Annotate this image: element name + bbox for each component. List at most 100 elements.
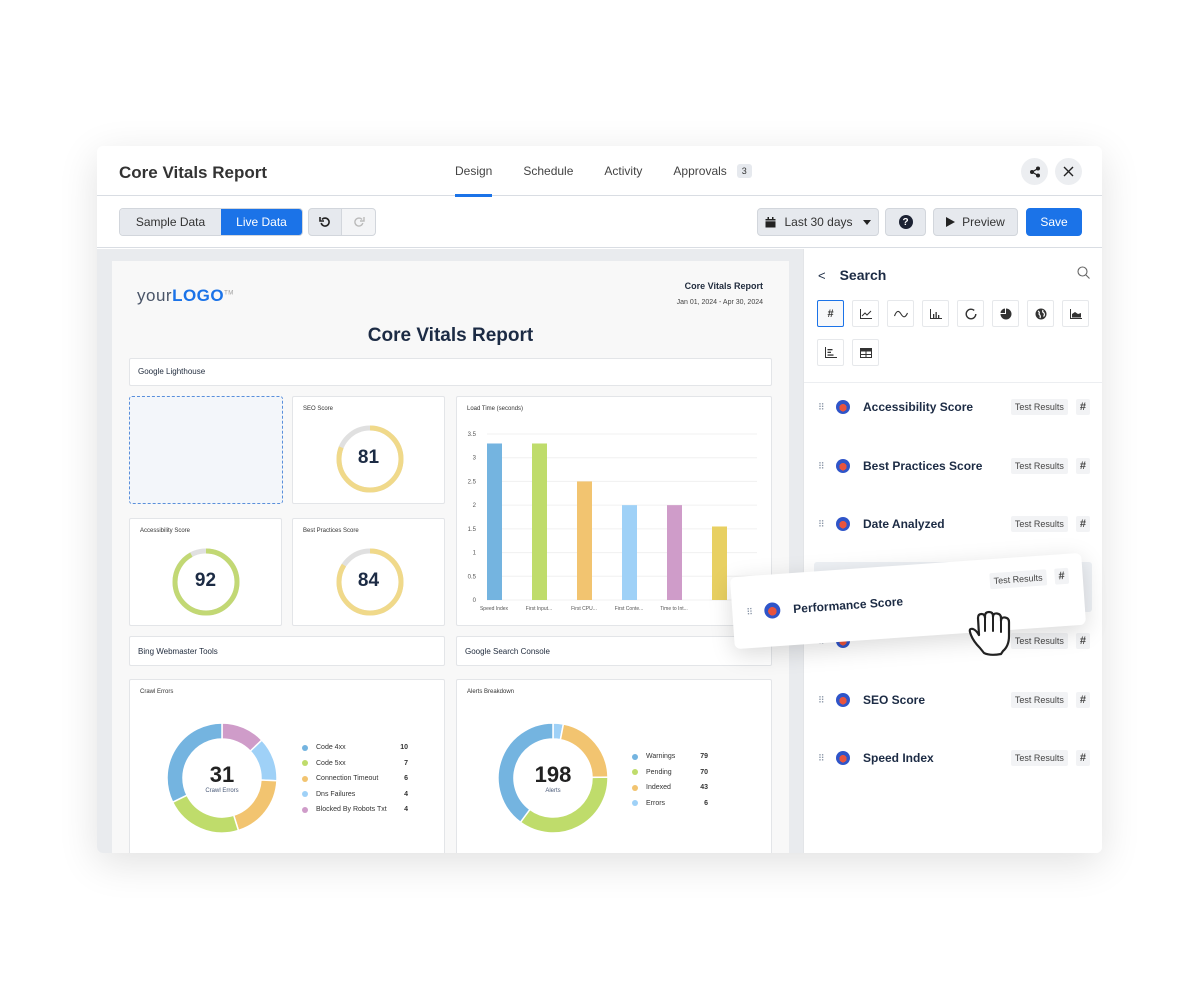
metric-item-best-practices-score[interactable]: ⠿ Best Practices Score Test Results # xyxy=(818,454,1090,478)
data-mode-toggle: Sample Data Live Data xyxy=(119,208,303,236)
preview-button[interactable]: Preview xyxy=(933,208,1018,236)
load-time-bar-chart: 0 0.5 1 1.5 2 2.5 3 3.5 Speed Index First Input..… xyxy=(468,432,757,612)
legend-item[interactable]: Code 5xx 7 xyxy=(302,756,408,772)
drop-placeholder[interactable] xyxy=(129,396,283,504)
share-button[interactable] xyxy=(1021,158,1048,185)
close-button[interactable] xyxy=(1055,158,1082,185)
viz-horizontal-bar-button[interactable] xyxy=(817,339,844,366)
viz-number-button[interactable]: # xyxy=(817,300,844,327)
y-tick-label: 1.5 xyxy=(468,527,477,533)
metric-type-number-icon: # xyxy=(1075,750,1090,766)
viz-area-chart-button[interactable] xyxy=(1062,300,1089,327)
x-tick-label: First Input... xyxy=(526,606,552,612)
metric-item-speed-index[interactable]: ⠿ Speed Index Test Results # xyxy=(818,746,1090,770)
section-google-search-console[interactable]: Google Search Console xyxy=(456,636,772,666)
metric-name: Accessibility Score xyxy=(863,400,974,414)
save-button[interactable]: Save xyxy=(1026,208,1082,236)
metric-item-accessibility-score[interactable]: ⠿ Accessibility Score Test Results # xyxy=(818,395,1090,419)
drag-handle-icon[interactable]: ⠿ xyxy=(818,462,826,471)
metric-name: Speed Index xyxy=(863,751,934,765)
widget-load-time-chart[interactable]: Load Time (seconds) 0 0.5 1 1.5 2 2.5 3 3.5 Spee… xyxy=(456,396,772,626)
tab-approvals[interactable]: Approvals 3 xyxy=(673,146,752,196)
drag-handle-icon[interactable]: ⠿ xyxy=(818,696,826,705)
x-tick-label: Time to Int... xyxy=(660,606,688,612)
gauge-value: 84 xyxy=(357,570,380,591)
viz-bar-chart-button[interactable] xyxy=(922,300,949,327)
legend-item[interactable]: Warnings 79 xyxy=(632,749,708,765)
metric-source-tag: Test Results xyxy=(1010,399,1068,415)
viz-donut-button[interactable] xyxy=(957,300,984,327)
widget-accessibility-score[interactable]: Accessibility Score 92 xyxy=(129,518,282,626)
sample-data-button[interactable]: Sample Data xyxy=(120,209,221,235)
widget-seo-score[interactable]: SEO Score 81 xyxy=(292,396,445,504)
donut-slice[interactable] xyxy=(171,794,240,834)
help-button[interactable]: ? xyxy=(885,208,926,236)
viz-sparkline-button[interactable] xyxy=(887,300,914,327)
metric-item-seo-score[interactable]: ⠿ SEO Score Test Results # xyxy=(818,688,1090,712)
legend-label: Code 5xx xyxy=(316,759,346,767)
y-tick-label: 3.5 xyxy=(468,432,477,438)
live-data-button[interactable]: Live Data xyxy=(221,209,302,235)
bar[interactable] xyxy=(577,481,592,600)
search-icon xyxy=(1077,266,1090,279)
legend-item[interactable]: Indexed 43 xyxy=(632,780,708,796)
bar[interactable] xyxy=(532,443,547,600)
bar[interactable] xyxy=(667,505,682,600)
metric-item-date-analyzed[interactable]: ⠿ Date Analyzed Test Results # xyxy=(818,512,1090,536)
date-range-dropdown[interactable]: Last 30 days xyxy=(757,208,879,236)
legend-value: 79 xyxy=(700,753,708,761)
number-icon: # xyxy=(827,307,834,320)
viz-pie-button[interactable] xyxy=(992,300,1019,327)
drag-handle-icon[interactable]: ⠿ xyxy=(818,403,826,412)
section-label: Google Search Console xyxy=(465,647,550,656)
legend-item[interactable]: Dns Failures 4 xyxy=(302,787,408,803)
viz-map-button[interactable] xyxy=(1027,300,1054,327)
report-title: Core Vitals Report xyxy=(367,325,534,346)
chevron-down-icon xyxy=(862,219,871,225)
y-tick-label: 3 xyxy=(473,456,477,462)
section-google-lighthouse[interactable]: Google Lighthouse xyxy=(129,358,772,386)
tab-label: Approvals xyxy=(673,164,727,178)
legend-value: 43 xyxy=(700,784,708,792)
chart-title: Alerts Breakdown xyxy=(467,689,515,695)
legend-swatch xyxy=(302,791,308,798)
bar[interactable] xyxy=(622,505,637,600)
tab-schedule[interactable]: Schedule xyxy=(523,146,573,196)
metric-source-tag: Test Results xyxy=(1010,516,1068,532)
bar[interactable] xyxy=(712,526,727,600)
search-button[interactable] xyxy=(1077,266,1090,284)
drag-handle-icon[interactable]: ⠿ xyxy=(746,607,754,618)
share-icon xyxy=(1029,166,1040,177)
metric-name: Performance Score xyxy=(792,594,904,617)
tab-design[interactable]: Design xyxy=(455,146,493,197)
legend-label: Pending xyxy=(646,768,672,776)
history-controls xyxy=(308,208,376,236)
undo-button[interactable] xyxy=(308,208,342,236)
back-button[interactable]: < xyxy=(818,268,826,283)
lighthouse-icon xyxy=(836,693,850,707)
section-label: Google Lighthouse xyxy=(138,367,206,376)
metric-type-number-icon: # xyxy=(1053,567,1070,585)
tab-activity[interactable]: Activity xyxy=(604,146,642,196)
viz-line-chart-button[interactable] xyxy=(852,300,879,327)
legend-item[interactable]: Connection Timeout 6 xyxy=(302,771,408,787)
widget-best-practices-score[interactable]: Best Practices Score 84 xyxy=(292,518,445,626)
drag-handle-icon[interactable]: ⠿ xyxy=(818,754,826,763)
legend-item[interactable]: Errors 6 xyxy=(632,796,708,812)
widget-alerts-breakdown[interactable]: Alerts Breakdown 198 Alerts Warnings 79 Pe… xyxy=(456,679,772,853)
drag-handle-icon[interactable]: ⠿ xyxy=(818,520,826,529)
area-chart-icon xyxy=(1069,308,1082,319)
redo-button[interactable] xyxy=(342,208,376,236)
section-bing-webmaster-tools[interactable]: Bing Webmaster Tools xyxy=(129,636,445,666)
panel-divider xyxy=(804,382,1102,383)
widget-crawl-errors[interactable]: Crawl Errors 31 Crawl Errors Code 4xx 10 C… xyxy=(129,679,445,853)
company-logo: yourLOGOTM xyxy=(137,286,234,306)
lighthouse-icon xyxy=(836,751,850,765)
legend-label: Warnings xyxy=(646,753,676,761)
legend-item[interactable]: Code 4xx 10 xyxy=(302,740,408,756)
legend-item[interactable]: Blocked By Robots Txt 4 xyxy=(302,802,408,818)
bar[interactable] xyxy=(487,443,502,600)
donut-center-label: Alerts xyxy=(545,788,561,794)
viz-table-button[interactable] xyxy=(852,339,879,366)
legend-item[interactable]: Pending 70 xyxy=(632,765,708,781)
